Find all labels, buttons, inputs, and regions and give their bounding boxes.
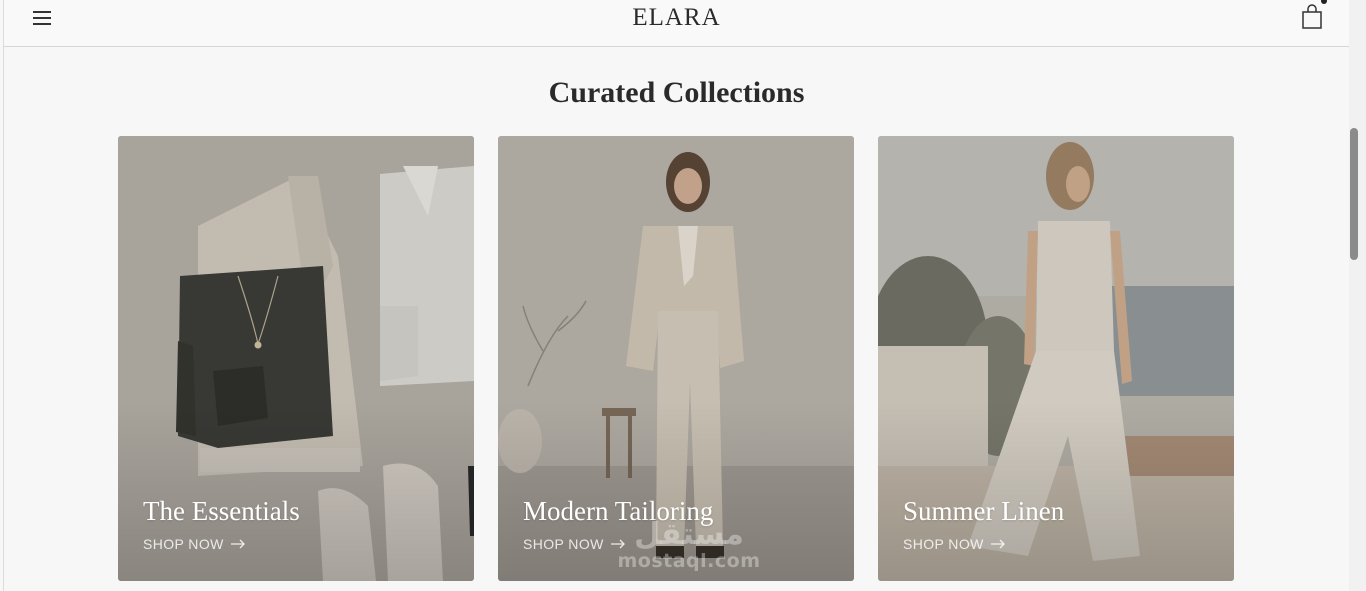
vertical-scrollbar[interactable]	[1349, 0, 1366, 591]
section-title: Curated Collections	[548, 76, 805, 109]
brand-logo[interactable]: ELARA	[4, 4, 1349, 32]
collection-card-essentials[interactable]: The Essentials SHOP NOW	[118, 136, 474, 581]
page: ELARA Curated Collections The Essentials…	[3, 0, 1349, 591]
site-header: ELARA	[4, 0, 1349, 47]
collection-title: Modern Tailoring	[523, 496, 714, 526]
shop-now-link[interactable]: SHOP NOW	[903, 536, 1006, 552]
shop-now-label: SHOP NOW	[523, 536, 604, 552]
shop-now-label: SHOP NOW	[903, 536, 984, 552]
collection-title: The Essentials	[143, 496, 300, 526]
shop-now-link[interactable]: SHOP NOW	[143, 536, 246, 552]
collection-title: Summer Linen	[903, 496, 1065, 526]
scrollbar-thumb[interactable]	[1350, 128, 1358, 260]
arrow-right-icon	[610, 539, 625, 549]
shopping-bag-icon[interactable]	[1299, 2, 1325, 30]
arrow-right-icon	[990, 539, 1005, 549]
arrow-right-icon	[230, 539, 245, 549]
collection-card-tailoring[interactable]: Modern Tailoring SHOP NOW	[498, 136, 854, 581]
collection-card-linen[interactable]: Summer Linen SHOP NOW	[878, 136, 1234, 581]
shop-now-label: SHOP NOW	[143, 536, 224, 552]
shop-now-link[interactable]: SHOP NOW	[523, 536, 626, 552]
